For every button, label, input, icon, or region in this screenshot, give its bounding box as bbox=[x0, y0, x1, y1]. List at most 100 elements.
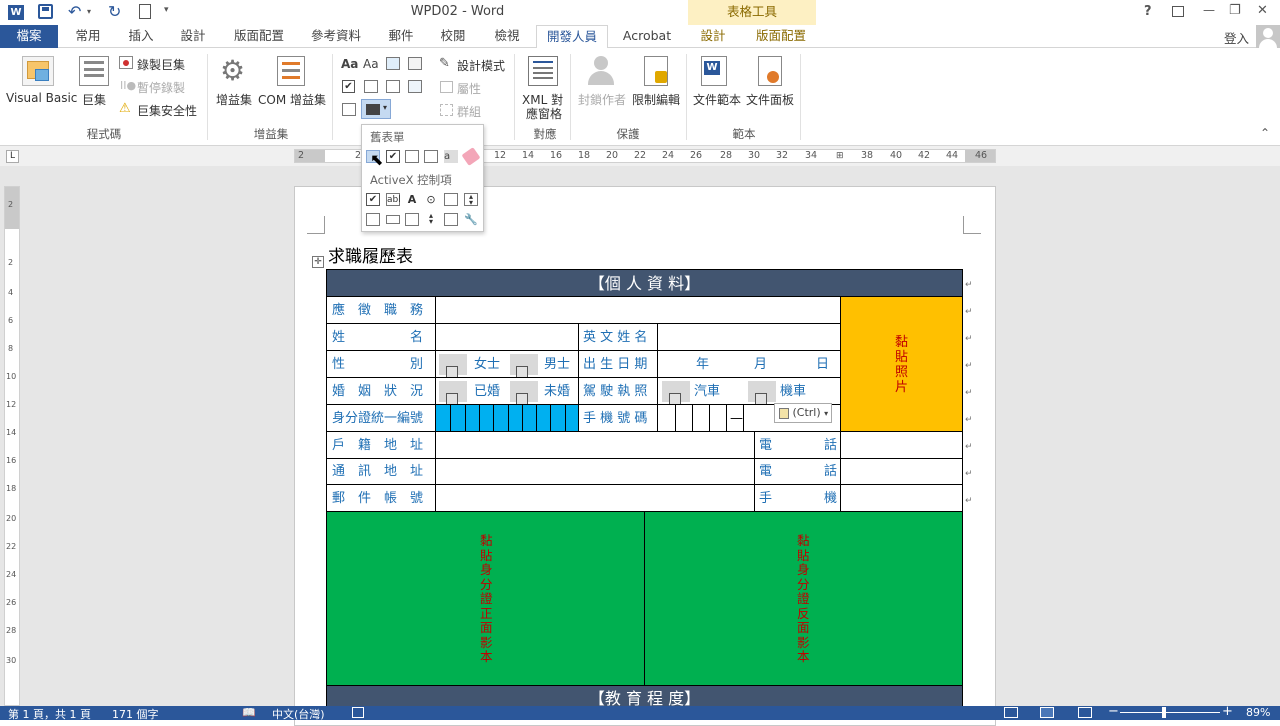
tab-selector-icon[interactable]: L bbox=[6, 150, 19, 163]
print-layout-icon[interactable] bbox=[1040, 707, 1054, 718]
addins-button[interactable]: 增益集 bbox=[216, 91, 252, 108]
read-mode-icon[interactable] bbox=[1004, 707, 1018, 718]
restrict-editing-button[interactable]: 限制編輯 bbox=[632, 91, 680, 108]
building-block-control-icon[interactable] bbox=[408, 57, 422, 70]
tab-insert[interactable]: 插入 bbox=[118, 25, 164, 48]
properties-button[interactable]: 屬性 bbox=[457, 80, 481, 97]
web-layout-icon[interactable] bbox=[1078, 707, 1092, 718]
activex-spin-button-icon[interactable]: ▴ ▾ bbox=[464, 193, 478, 207]
group-button[interactable]: 群組 bbox=[457, 103, 481, 120]
form-field-shading-icon[interactable]: a bbox=[444, 150, 458, 163]
zoom-level[interactable]: 89% bbox=[1246, 706, 1270, 719]
id-back-placeholder[interactable]: 黏貼身分證反面影本 bbox=[645, 512, 963, 686]
block-authors-button[interactable]: 封鎖作者 bbox=[578, 91, 626, 108]
input-postal-account[interactable] bbox=[436, 485, 755, 512]
legacy-combo-box-icon[interactable] bbox=[405, 150, 419, 163]
xml-mapping-button-line2[interactable]: 應窗格 bbox=[526, 105, 562, 122]
visual-basic-icon[interactable] bbox=[22, 56, 54, 86]
activex-check-box-icon[interactable]: ✔ bbox=[366, 193, 380, 206]
date-picker-control-icon[interactable] bbox=[408, 80, 422, 93]
check-box-content-control-icon[interactable]: ✔ bbox=[342, 80, 355, 93]
zoom-slider[interactable] bbox=[1120, 712, 1220, 713]
document-template-button[interactable]: 文件範本 bbox=[693, 91, 741, 108]
ribbon-display-options-icon[interactable] bbox=[1172, 6, 1184, 17]
input-phone[interactable] bbox=[841, 432, 963, 459]
input-phone-2[interactable] bbox=[841, 459, 963, 485]
tab-acrobat[interactable]: Acrobat bbox=[616, 25, 678, 48]
help-button[interactable]: ? bbox=[1144, 4, 1152, 19]
activex-list-box-icon[interactable] bbox=[366, 213, 380, 226]
column-marker-icon[interactable]: ⊞ bbox=[836, 151, 844, 161]
id-front-placeholder[interactable]: 黏貼身分證正面影本 bbox=[327, 512, 645, 686]
design-mode-button[interactable]: 設計模式 bbox=[457, 57, 505, 74]
combo-box-content-control-icon[interactable] bbox=[364, 80, 378, 93]
checkbox-single[interactable] bbox=[516, 385, 528, 404]
checkbox-male[interactable] bbox=[516, 358, 528, 377]
tab-references[interactable]: 參考資料 bbox=[302, 25, 370, 48]
tab-developer[interactable]: 開發人員 bbox=[536, 25, 608, 49]
legacy-check-box-icon[interactable]: ✔ bbox=[386, 150, 400, 163]
input-mailing-address[interactable] bbox=[436, 459, 755, 485]
zoom-slider-thumb[interactable] bbox=[1161, 707, 1166, 718]
input-name[interactable] bbox=[436, 324, 579, 351]
photo-placeholder[interactable]: 黏貼照片 bbox=[841, 297, 963, 432]
input-mobile[interactable] bbox=[841, 485, 963, 512]
macro-recording-icon[interactable] bbox=[352, 707, 364, 718]
minimize-button[interactable]: — bbox=[1203, 3, 1215, 17]
visual-basic-button[interactable]: Visual Basic bbox=[6, 91, 77, 105]
close-button[interactable]: ✕ bbox=[1257, 3, 1268, 18]
input-applied-position[interactable] bbox=[436, 297, 841, 324]
rich-text-content-control-icon[interactable]: Aa bbox=[341, 57, 358, 71]
activex-combo-box-icon[interactable] bbox=[405, 213, 419, 226]
macros-icon[interactable] bbox=[79, 56, 109, 86]
more-controls-icon[interactable]: 🔧 bbox=[464, 213, 478, 226]
tab-home[interactable]: 常用 bbox=[64, 25, 112, 48]
com-addins-button[interactable]: COM 增益集 bbox=[258, 91, 326, 108]
legacy-tools-button[interactable]: ▾ bbox=[361, 99, 391, 119]
activex-command-button-icon[interactable] bbox=[386, 215, 400, 224]
zoom-in-button[interactable]: + bbox=[1222, 704, 1233, 719]
zoom-out-button[interactable]: − bbox=[1108, 704, 1119, 719]
proofing-icon[interactable]: 📖 bbox=[242, 706, 256, 719]
avatar[interactable] bbox=[1256, 25, 1280, 49]
document-panel-button[interactable]: 文件面板 bbox=[746, 91, 794, 108]
record-macro-icon[interactable] bbox=[119, 56, 133, 69]
tab-layout[interactable]: 版面配置 bbox=[224, 25, 294, 48]
activex-toggle-button-icon[interactable] bbox=[444, 213, 458, 226]
sign-in-link[interactable]: 登入 bbox=[1224, 28, 1249, 47]
plain-text-content-control-icon[interactable]: Aa bbox=[363, 57, 379, 71]
input-english-name[interactable] bbox=[658, 324, 841, 351]
maximize-button[interactable]: ❐ bbox=[1229, 3, 1241, 18]
input-birthdate[interactable]: 年 月 日 bbox=[658, 351, 841, 378]
input-residence-address[interactable] bbox=[436, 432, 755, 459]
checkbox-car[interactable] bbox=[669, 385, 681, 404]
drop-down-list-control-icon[interactable] bbox=[386, 80, 400, 93]
record-macro-button[interactable]: 錄製巨集 bbox=[137, 56, 185, 73]
table-move-handle-icon[interactable]: ✛ bbox=[312, 256, 324, 268]
tab-mailings[interactable]: 郵件 bbox=[378, 25, 424, 48]
checkbox-married[interactable] bbox=[446, 385, 458, 404]
macros-button[interactable]: 巨集 bbox=[82, 91, 106, 108]
document-heading[interactable]: 求職履歷表 bbox=[328, 242, 413, 267]
reset-form-fields-icon[interactable] bbox=[461, 147, 481, 166]
checkbox-motorcycle[interactable] bbox=[755, 385, 767, 404]
checkbox-female[interactable] bbox=[446, 358, 458, 377]
activex-label-icon[interactable]: A bbox=[405, 193, 419, 206]
collapse-ribbon-icon[interactable]: ⌃ bbox=[1260, 126, 1270, 140]
activex-image-icon[interactable] bbox=[444, 193, 458, 206]
tab-view[interactable]: 檢視 bbox=[484, 25, 530, 48]
activex-text-box-icon[interactable]: abl bbox=[386, 193, 401, 206]
tab-file[interactable]: 檔案 bbox=[0, 25, 58, 48]
paste-options-button[interactable]: (Ctrl) ▾ bbox=[774, 403, 832, 423]
macro-security-button[interactable]: 巨集安全性 bbox=[137, 102, 197, 119]
tab-design[interactable]: 設計 bbox=[170, 25, 216, 48]
repeating-section-control-icon[interactable] bbox=[342, 103, 356, 116]
tab-review[interactable]: 校閱 bbox=[430, 25, 476, 48]
activex-scroll-bar-icon[interactable]: ▴ ▾ bbox=[424, 212, 438, 226]
design-mode-icon[interactable]: ✎ bbox=[439, 56, 450, 71]
picture-content-control-icon[interactable] bbox=[386, 57, 400, 70]
pause-recording-button[interactable]: 暫停錄製 bbox=[137, 79, 185, 96]
insert-frame-icon[interactable] bbox=[424, 150, 438, 163]
tab-table-design[interactable]: 設計 bbox=[688, 25, 738, 48]
activex-option-button-icon[interactable]: ⊙ bbox=[424, 193, 438, 206]
